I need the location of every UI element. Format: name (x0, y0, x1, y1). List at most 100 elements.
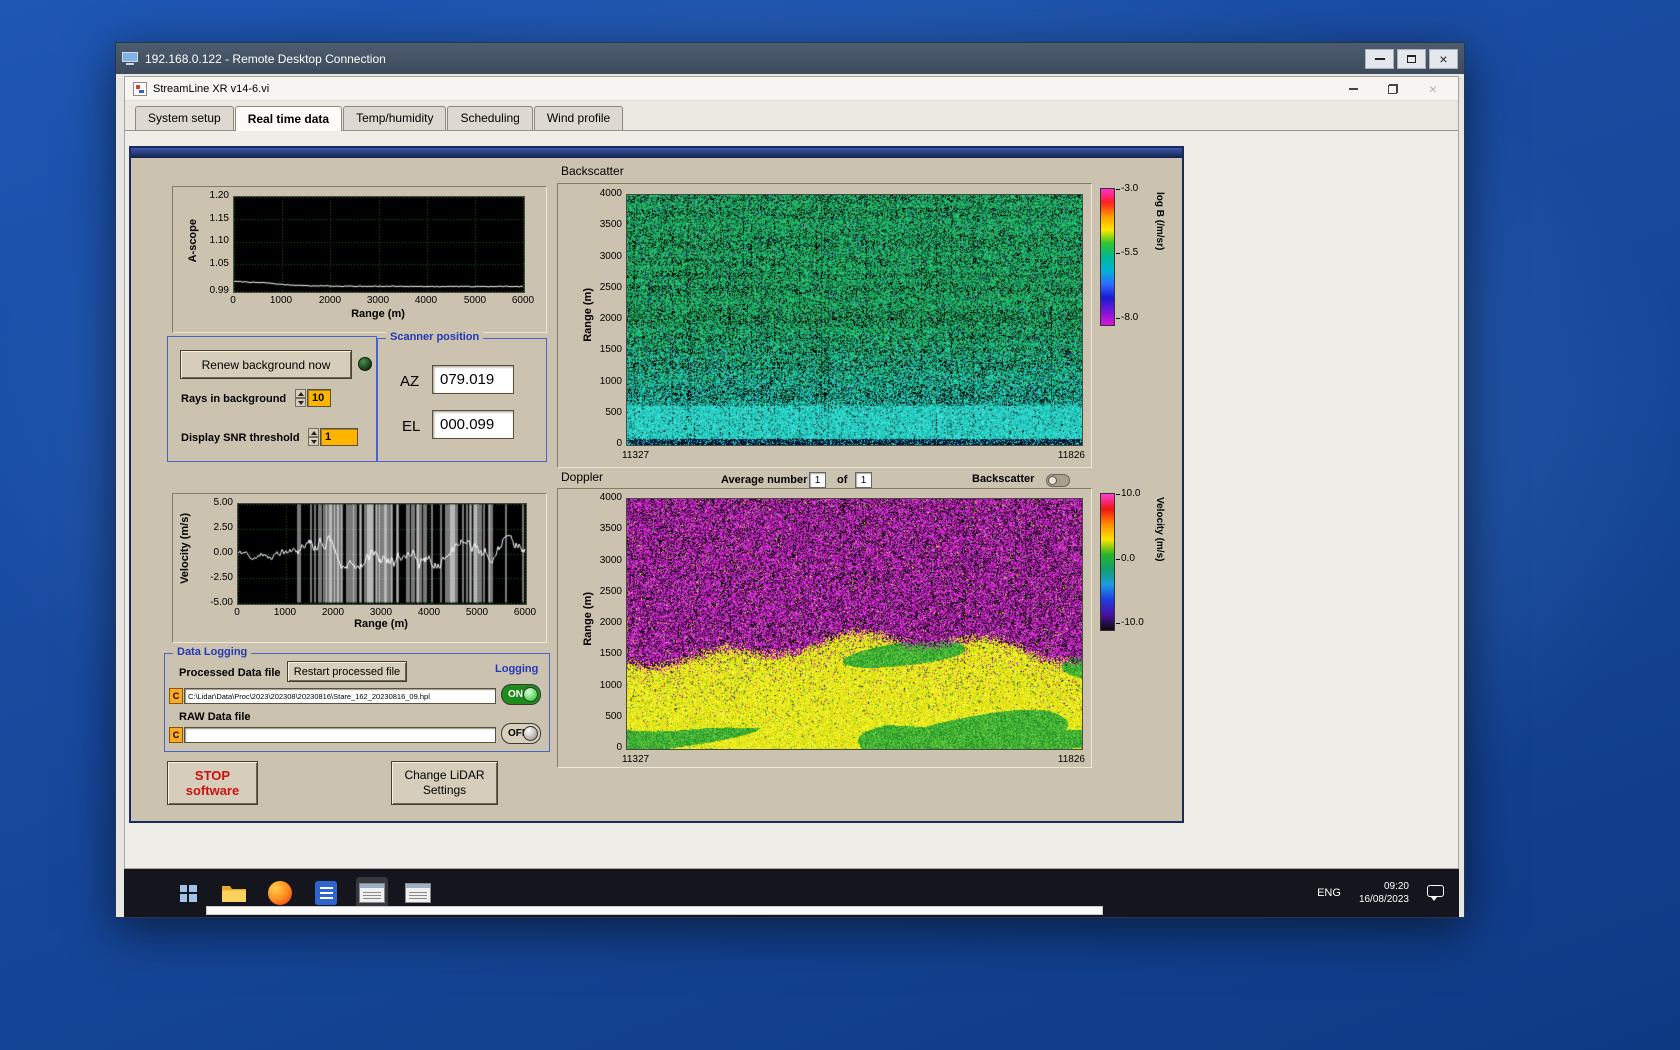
scan-app-icon (359, 883, 385, 903)
y-tick-label: 4000 (599, 188, 622, 199)
y-tick-label: 2500 (599, 282, 622, 293)
y-tick-label: 2000 (599, 313, 622, 324)
display-snr-threshold-label: Display SNR threshold (181, 432, 300, 444)
front-panel: A-scope Range (m) 1.20 1.15 1.10 1.05 0.99 0 1… (129, 146, 1184, 823)
raw-path-field[interactable] (184, 727, 496, 743)
average-number-field[interactable]: 1 (809, 472, 826, 488)
ascope-plot-area (233, 196, 525, 293)
y-tick-label: 1000 (599, 376, 622, 387)
firefox-button[interactable] (264, 877, 296, 909)
y-tick-label: 500 (605, 711, 622, 722)
y-tick-label: 0.00 (213, 547, 233, 558)
x-tick-label: 0 (230, 295, 236, 306)
backscatter-colorbar-label: log B (/m/sr) (1154, 192, 1165, 251)
el-label: EL (402, 418, 421, 435)
y-tick-label: 0 (616, 742, 622, 753)
average-of-field[interactable]: 1 (855, 472, 872, 488)
data-logging-title: Data Logging (173, 646, 252, 658)
ascope-canvas (234, 197, 524, 292)
desktop-background: { "window_controls": {"close": "×"}, "rd… (0, 0, 1680, 1050)
stop-software-button[interactable]: STOP software (167, 761, 258, 805)
spin-up-icon (295, 389, 306, 398)
y-tick-label: 1.20 (209, 190, 229, 201)
colorbar-tick-label: -5.5 (1115, 247, 1139, 258)
x-tick-label: 0 (234, 607, 240, 618)
x-tick-label: 2000 (321, 607, 345, 618)
y-tick-label: 2.50 (213, 522, 233, 533)
local-taskbar-strip (206, 906, 1103, 915)
notification-chat-icon[interactable] (1427, 885, 1445, 901)
y-tick-label: -2.50 (210, 572, 233, 583)
x-tick-label: 11327 (622, 450, 650, 461)
backscatter-plot-title: Backscatter (561, 164, 624, 178)
rdp-maximize-button[interactable] (1397, 48, 1426, 69)
vi-close-button[interactable]: × (1426, 82, 1440, 96)
spin-down-icon (295, 398, 306, 407)
doppler-colorbar-gradient (1100, 493, 1115, 631)
tab-system-setup[interactable]: System setup (135, 106, 234, 130)
vi-minimize-button[interactable] (1346, 82, 1360, 96)
processed-path-drive-button[interactable]: C (169, 688, 183, 704)
chat-bubble-tail (1431, 897, 1437, 901)
doppler-plot-title: Doppler (561, 470, 604, 484)
raw-logging-switch[interactable]: OFF (501, 723, 541, 744)
y-tick-label: 1000 (599, 680, 622, 691)
y-tick-label: 3000 (599, 555, 622, 566)
restart-processed-file-button[interactable]: Restart processed file (287, 661, 407, 682)
tab-real-time-data[interactable]: Real time data (234, 106, 343, 131)
spin-up-icon (308, 428, 319, 437)
rdp-titlebar[interactable]: 192.168.0.122 - Remote Desktop Connectio… (116, 43, 1464, 74)
file-explorer-button[interactable] (218, 877, 250, 909)
rdp-minimize-button[interactable] (1365, 48, 1394, 69)
tab-wind-profile[interactable]: Wind profile (533, 106, 624, 130)
close-icon: × (1428, 80, 1438, 97)
vi-titlebar[interactable]: StreamLine XR v14-6.vi × (125, 77, 1458, 101)
app-button[interactable] (310, 877, 342, 909)
el-field[interactable]: 000.099 (432, 410, 514, 439)
scan-scheduler-window-1[interactable] (356, 877, 388, 910)
snr-threshold-field[interactable]: 1 (320, 428, 358, 446)
start-button[interactable] (172, 877, 204, 909)
taskbar-time: 09:20 (1383, 881, 1409, 892)
background-controls-frame: Renew background now Rays in background … (167, 336, 377, 462)
change-lidar-settings-button[interactable]: Change LiDAR Settings (391, 761, 498, 805)
rays-in-background-label: Rays in background (181, 393, 287, 405)
colorbar-tick-label: -3.0 (1115, 183, 1139, 194)
labview-vi-icon (133, 81, 147, 96)
y-tick-label: 2000 (599, 617, 622, 628)
y-tick-label: 1.05 (209, 258, 229, 269)
tab-scheduling[interactable]: Scheduling (447, 106, 533, 130)
x-tick-label: 11826 (1057, 754, 1085, 765)
rays-in-background-spinner[interactable] (295, 389, 306, 407)
rays-in-background-field[interactable]: 10 (307, 389, 331, 407)
backscatter-plot-area (626, 194, 1083, 446)
x-tick-label: 1000 (273, 607, 297, 618)
raw-path-drive-button[interactable]: C (169, 727, 183, 743)
language-indicator[interactable]: ENG (1317, 887, 1341, 899)
processed-data-file-label: Processed Data file (179, 667, 281, 679)
average-number-label: Average number (721, 474, 808, 486)
velocity-x-axis-label: Range (m) (354, 618, 408, 630)
renew-background-button[interactable]: Renew background now (180, 350, 352, 379)
y-tick-label: 2500 (599, 586, 622, 597)
x-tick-label: 4000 (414, 295, 438, 306)
tab-temp-humidity[interactable]: Temp/humidity (343, 106, 447, 130)
taskbar-clock[interactable]: 09:20 16/08/2023 (1359, 880, 1409, 906)
remote-desktop-area: StreamLine XR v14-6.vi × System setup Rea… (116, 74, 1464, 917)
minimize-icon (1348, 87, 1358, 90)
rdp-close-button[interactable]: × (1429, 48, 1458, 69)
ascope-plot-group: A-scope Range (m) 1.20 1.15 1.10 1.05 0.99 0 1… (172, 186, 547, 333)
doppler-plot-group: Range (m) 4000 3500 3000 2500 2000 1500 1000 50… (557, 488, 1092, 768)
backscatter-display-toggle[interactable] (1046, 474, 1070, 487)
az-field[interactable]: 079.019 (432, 365, 514, 394)
switch-knob (523, 687, 538, 702)
colorbar-tick-label: -8.0 (1115, 312, 1139, 323)
processed-path-field[interactable]: C:\Lidar\Data\Proc\2023\202308\20230816\… (184, 688, 496, 704)
vi-restore-button[interactable] (1386, 82, 1400, 96)
ascope-x-axis-label: Range (m) (351, 308, 405, 320)
processed-logging-switch[interactable]: ON (501, 684, 541, 705)
scan-scheduler-window-2[interactable] (402, 877, 434, 910)
logging-label: Logging (495, 663, 539, 675)
snr-threshold-spinner[interactable] (308, 428, 319, 446)
y-tick-label: 0 (616, 438, 622, 449)
